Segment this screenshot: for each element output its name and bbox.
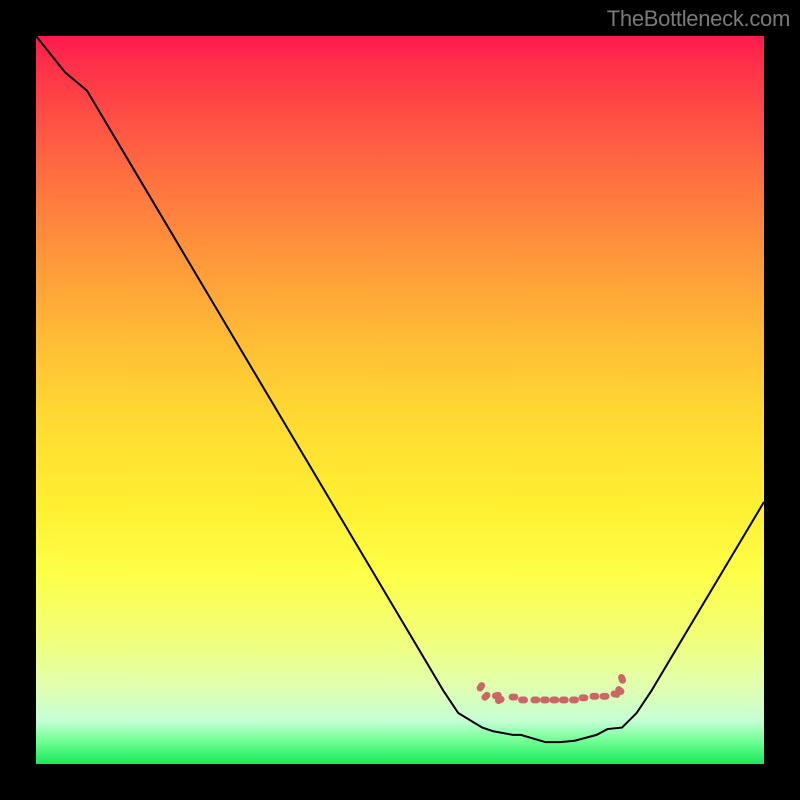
chart-plot-area xyxy=(36,36,764,764)
marker-dash xyxy=(475,681,486,693)
marker-dash xyxy=(509,694,519,701)
marker-dash xyxy=(600,693,610,700)
marker-dash xyxy=(480,690,492,702)
marker-dashes xyxy=(475,673,627,705)
marker-dash xyxy=(559,697,569,704)
watermark-text: TheBottleneck.com xyxy=(607,6,790,32)
marker-dash xyxy=(579,694,589,701)
marker-dash xyxy=(540,697,550,704)
marker-dash xyxy=(549,697,559,704)
bottleneck-curve-chart xyxy=(36,36,764,764)
main-curve xyxy=(36,36,764,742)
marker-dash xyxy=(569,697,579,704)
marker-dash xyxy=(530,697,540,704)
marker-dash xyxy=(617,673,627,685)
marker-dash xyxy=(518,697,528,704)
marker-dash xyxy=(589,693,599,700)
